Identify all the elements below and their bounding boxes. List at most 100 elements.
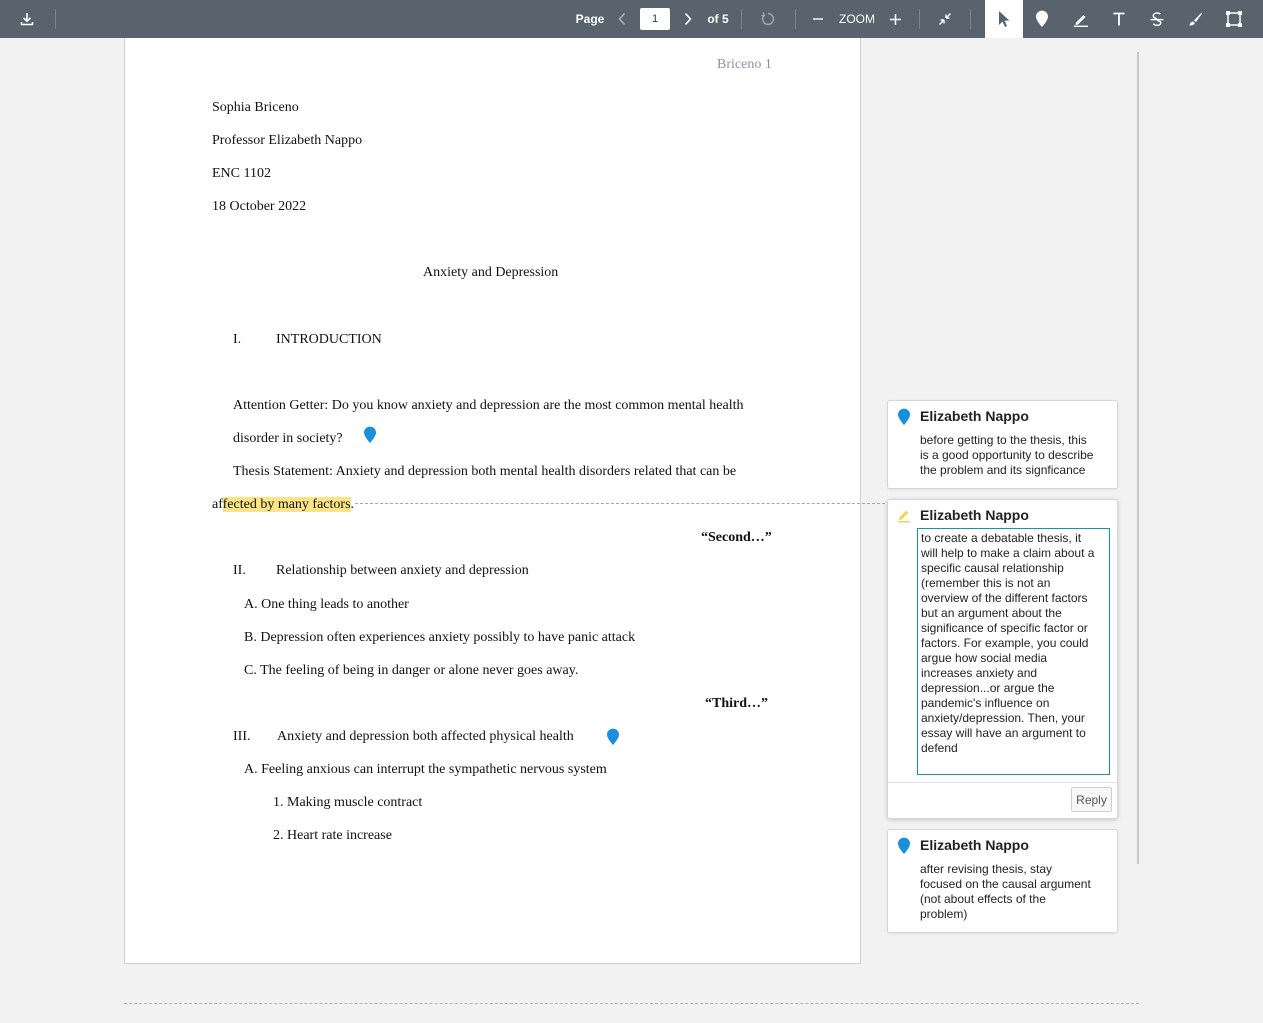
rotate-button[interactable] xyxy=(756,0,780,38)
text-tool-button[interactable] xyxy=(1106,0,1132,38)
comment-card[interactable]: Elizabeth Nappo after revising thesis, s… xyxy=(887,829,1118,933)
area-tool-button[interactable] xyxy=(1220,0,1248,38)
toolbar-separator xyxy=(919,9,920,29)
comment-line: to create a debatable thesis, it xyxy=(921,531,1082,545)
page-break-divider xyxy=(124,1003,1139,1004)
toolbar-separator xyxy=(795,9,796,29)
next-page-button[interactable] xyxy=(678,0,698,38)
zoom-label: ZOOM xyxy=(839,12,875,26)
download-icon[interactable] xyxy=(14,0,40,38)
professor-name: Professor Elizabeth Nappo xyxy=(212,133,363,148)
toolbar-separator xyxy=(741,9,742,29)
comment-line: is a good opportunity to describe xyxy=(920,448,1094,462)
section-1-title: INTRODUCTION xyxy=(276,332,382,347)
comment-line: pandemic's influence on xyxy=(921,696,1050,710)
pointer-icon xyxy=(999,11,1010,27)
minus-icon xyxy=(813,18,823,20)
comment-pin-icon[interactable] xyxy=(606,728,620,751)
comment-card-active[interactable]: Elizabeth Nappo to create a debatable th… xyxy=(887,499,1118,819)
draw-tool-button[interactable] xyxy=(1182,0,1208,38)
zoom-in-button[interactable] xyxy=(885,0,905,38)
section-2-number: II. xyxy=(233,563,246,578)
comment-line: (not about effects of the xyxy=(920,892,1046,906)
brush-icon xyxy=(1189,12,1202,26)
section-3-title: Anxiety and depression both affected phy… xyxy=(277,729,574,744)
comment-author: Elizabeth Nappo xyxy=(920,507,1029,523)
thesis-line-2: affected by many factors. xyxy=(212,497,354,513)
page-label: Page xyxy=(575,12,605,26)
comment-body: before getting to the thesis, this is a … xyxy=(920,433,1112,478)
card-divider xyxy=(888,782,1117,783)
comment-author: Elizabeth Nappo xyxy=(920,837,1029,853)
thesis-text-start: af xyxy=(212,497,223,512)
reply-button[interactable]: Reply xyxy=(1071,787,1112,812)
section-2-item-a: A. One thing leads to another xyxy=(244,597,409,612)
chevron-right-icon xyxy=(684,12,692,26)
comment-line: overview of the different factors xyxy=(921,591,1088,605)
comment-card[interactable]: Elizabeth Nappo before getting to the th… xyxy=(887,400,1118,489)
comment-line: will help to make a claim about a xyxy=(921,546,1095,560)
section-3-item-a-1: 1. Making muscle contract xyxy=(273,795,423,810)
section-3-item-a-2: 2. Heart rate increase xyxy=(273,828,392,843)
pin-tool-button[interactable] xyxy=(1029,0,1055,38)
comment-line: before getting to the thesis, this xyxy=(920,433,1087,447)
pin-icon xyxy=(897,837,911,860)
comment-line: problem) xyxy=(920,907,968,921)
section-1-number: I. xyxy=(233,332,242,347)
select-tool-button[interactable] xyxy=(985,0,1023,38)
text-icon xyxy=(1113,12,1125,26)
thesis-line-1: Thesis Statement: Anxiety and depression… xyxy=(233,464,737,479)
comment-line: focused on the causal argument xyxy=(920,877,1091,891)
section-2-item-b: B. Depression often experiences anxiety … xyxy=(244,630,636,645)
page-total: of 5 xyxy=(707,12,729,26)
comment-line: but an argument about the xyxy=(921,606,1062,620)
comment-line: essay will have an argument to xyxy=(921,726,1086,740)
comment-line: argue how social media xyxy=(921,651,1048,665)
section-2-item-c: C. The feeling of being in danger or alo… xyxy=(244,663,579,678)
comment-line: factors. For example, you could xyxy=(921,636,1089,650)
attention-getter-line-2: disorder in society? xyxy=(233,431,343,446)
pin-icon xyxy=(1036,10,1048,27)
thesis-text-end: . xyxy=(350,497,355,512)
chevron-left-icon xyxy=(618,12,626,26)
comment-line: the problem and its signficance xyxy=(920,463,1086,477)
area-select-icon xyxy=(1226,11,1242,27)
annotation-connector xyxy=(355,503,885,504)
highlight-tool-button[interactable] xyxy=(1068,0,1094,38)
page-number-input[interactable] xyxy=(640,8,670,30)
second-marker: “Second…” xyxy=(701,530,772,545)
comment-edit-field[interactable]: to create a debatable thesis, it will he… xyxy=(917,528,1110,775)
document-title: Anxiety and Depression xyxy=(423,265,559,280)
section-2-title: Relationship between anxiety and depress… xyxy=(276,563,529,578)
pin-icon xyxy=(897,408,911,431)
document-date: 18 October 2022 xyxy=(212,199,307,214)
comment-body: after revising thesis, stay focused on t… xyxy=(920,862,1112,922)
third-marker: “Third…” xyxy=(705,696,769,711)
toolbar-separator xyxy=(55,9,56,29)
highlighted-text[interactable]: fected by many factors xyxy=(222,497,351,512)
rotate-icon xyxy=(761,12,775,26)
comment-author: Elizabeth Nappo xyxy=(920,408,1029,424)
comment-line: specific causal relationship xyxy=(921,561,1064,575)
comment-pin-icon[interactable] xyxy=(363,426,377,449)
highlighter-icon xyxy=(1074,15,1088,27)
comment-line: depression...or argue the xyxy=(921,681,1055,695)
comment-line: anxiety/depression. Then, your xyxy=(921,711,1085,725)
document-page: Briceno 1 Sophia Briceno Professor Eliza… xyxy=(124,38,861,964)
zoom-out-button[interactable] xyxy=(808,0,828,38)
comment-line: (remember this is not an xyxy=(921,576,1051,590)
prev-page-button[interactable] xyxy=(612,0,632,38)
comment-line: increases anxiety and xyxy=(921,666,1038,680)
comment-line: defend xyxy=(921,741,958,755)
course-code: ENC 1102 xyxy=(212,166,271,181)
comment-line: significance of specific factor or xyxy=(921,621,1088,635)
comment-line: after revising thesis, stay xyxy=(920,862,1053,876)
toolbar: Page of 5 ZOOM xyxy=(0,0,1263,38)
toolbar-separator xyxy=(970,9,971,29)
strikethrough-tool-button[interactable] xyxy=(1144,0,1170,38)
fit-page-button[interactable] xyxy=(933,0,957,38)
author-name: Sophia Briceno xyxy=(212,100,299,115)
section-3-item-a: A. Feeling anxious can interrupt the sym… xyxy=(244,762,607,777)
scrollbar[interactable] xyxy=(1137,52,1139,864)
strikethrough-icon xyxy=(1150,12,1164,27)
